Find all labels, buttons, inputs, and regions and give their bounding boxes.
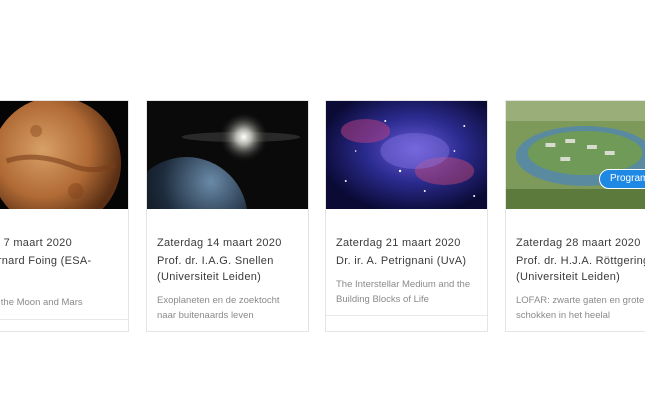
event-topic[interactable]: Exoplaneten en de zoektocht naar buitena… (157, 293, 307, 323)
lecture-carousel: rdag 7 maart 2020 . Bernard Foing (ESA- … (0, 0, 645, 420)
event-card-1[interactable]: rdag 7 maart 2020 . Bernard Foing (ESA- … (0, 100, 129, 332)
program-badge[interactable]: Program (599, 169, 645, 189)
event-speaker: . Bernard Foing (ESA- EC) (0, 255, 92, 267)
event-topic[interactable]: The Interstellar Medium and the Building… (336, 277, 486, 307)
mars-image (0, 101, 128, 209)
event-date: rdag 7 maart 2020 (0, 237, 72, 249)
event-card-4[interactable]: Program Zaterdag 28 maart 2020 Prof. dr.… (505, 100, 645, 332)
event-date: Zaterdag 14 maart 2020 (157, 237, 282, 249)
event-date: Zaterdag 21 maart 2020 (336, 237, 461, 249)
event-card-3[interactable]: Zaterdag 21 maart 2020 Dr. ir. A. Petrig… (325, 100, 488, 332)
event-speaker: Prof. dr. H.J.A. Röttgering (Universitei… (516, 255, 645, 283)
event-speaker: Dr. ir. A. Petrignani (UvA) (336, 255, 467, 267)
event-topic[interactable]: LOFAR: zwarte gaten en grote schokken in… (516, 293, 645, 323)
lofar-field-image (506, 101, 645, 209)
card-divider (0, 319, 128, 320)
event-card-2[interactable]: Zaterdag 14 maart 2020 Prof. dr. I.A.G. … (146, 100, 309, 332)
nebula-image (326, 101, 487, 209)
event-date: Zaterdag 28 maart 2020 (516, 237, 641, 249)
card-divider (326, 315, 487, 316)
exoplanet-image (147, 101, 308, 209)
event-topic[interactable]: pe to the Moon and Mars (0, 295, 127, 310)
event-speaker: Prof. dr. I.A.G. Snellen (Universiteit L… (157, 255, 274, 283)
